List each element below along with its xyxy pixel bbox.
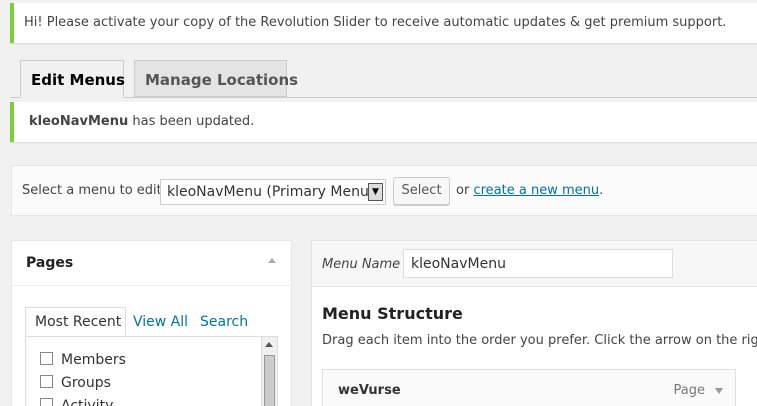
create-menu-text: or create a new menu.	[456, 183, 603, 198]
page-label: Activity	[61, 398, 114, 406]
pages-checklist: Members Groups Activity	[25, 336, 278, 406]
menu-item-type: Page	[673, 383, 705, 398]
tab-search[interactable]: Search	[200, 314, 248, 330]
updated-suffix: has been updated.	[128, 114, 255, 129]
page-label: Groups	[61, 375, 111, 391]
tab-manage-locations[interactable]: Manage Locations	[134, 60, 298, 97]
scroll-thumb[interactable]	[264, 355, 275, 406]
collapse-arrow-icon[interactable]	[268, 258, 276, 263]
menu-updated-text: kleoNavMenu has been updated.	[29, 114, 254, 129]
select-button[interactable]: Select	[393, 177, 450, 205]
revslider-notice-text: Hi! Please activate your copy of the Rev…	[24, 15, 727, 30]
chevron-down-icon[interactable]: ▼	[368, 183, 383, 201]
menu-name-bar: Menu Name	[312, 241, 757, 287]
menu-updated-notice: kleoNavMenu has been updated.	[10, 102, 757, 142]
checkbox[interactable]	[40, 398, 53, 406]
pages-metabox: Pages Most Recent View All Search Member…	[11, 240, 292, 406]
tab-edit-menus[interactable]: Edit Menus	[20, 60, 125, 98]
list-item[interactable]: Members	[40, 352, 126, 368]
divider	[12, 285, 291, 286]
or-label: or	[456, 183, 470, 198]
pages-title: Pages	[26, 255, 74, 271]
page-label: Members	[61, 352, 126, 368]
menu-name-label: Menu Name	[322, 257, 401, 272]
menu-item-title: weVurse	[338, 383, 401, 398]
select-menu-bar: Select a menu to edit: kleoNavMenu (Prim…	[11, 165, 757, 216]
tab-view-all[interactable]: View All	[133, 314, 188, 330]
scrollbar[interactable]	[261, 337, 277, 406]
list-item[interactable]: Activity	[40, 398, 113, 406]
menu-select-dropdown[interactable]: kleoNavMenu (Primary Menu) ▼	[160, 179, 386, 205]
tab-most-recent[interactable]: Most Recent	[25, 307, 126, 337]
menu-item[interactable]: weVurse Page	[322, 369, 736, 406]
menu-editor: Menu Name Menu Structure Drag each item …	[311, 240, 757, 406]
menu-name-input[interactable]	[403, 249, 673, 278]
list-item[interactable]: Groups	[40, 375, 111, 391]
select-menu-label: Select a menu to edit:	[22, 183, 167, 198]
scroll-up-arrow-icon[interactable]	[265, 342, 273, 347]
revslider-notice: Hi! Please activate your copy of the Rev…	[10, 3, 757, 43]
create-new-menu-link[interactable]: create a new menu	[473, 183, 599, 198]
menu-select-value: kleoNavMenu (Primary Menu)	[167, 184, 375, 200]
checkbox[interactable]	[40, 352, 53, 365]
expand-arrow-icon[interactable]	[715, 388, 723, 394]
checkbox[interactable]	[40, 375, 53, 388]
create-period: .	[599, 183, 604, 198]
updated-menu-name: kleoNavMenu	[29, 114, 129, 129]
menu-structure-title: Menu Structure	[322, 304, 463, 323]
menu-structure-description: Drag each item into the order you prefer…	[322, 333, 757, 348]
